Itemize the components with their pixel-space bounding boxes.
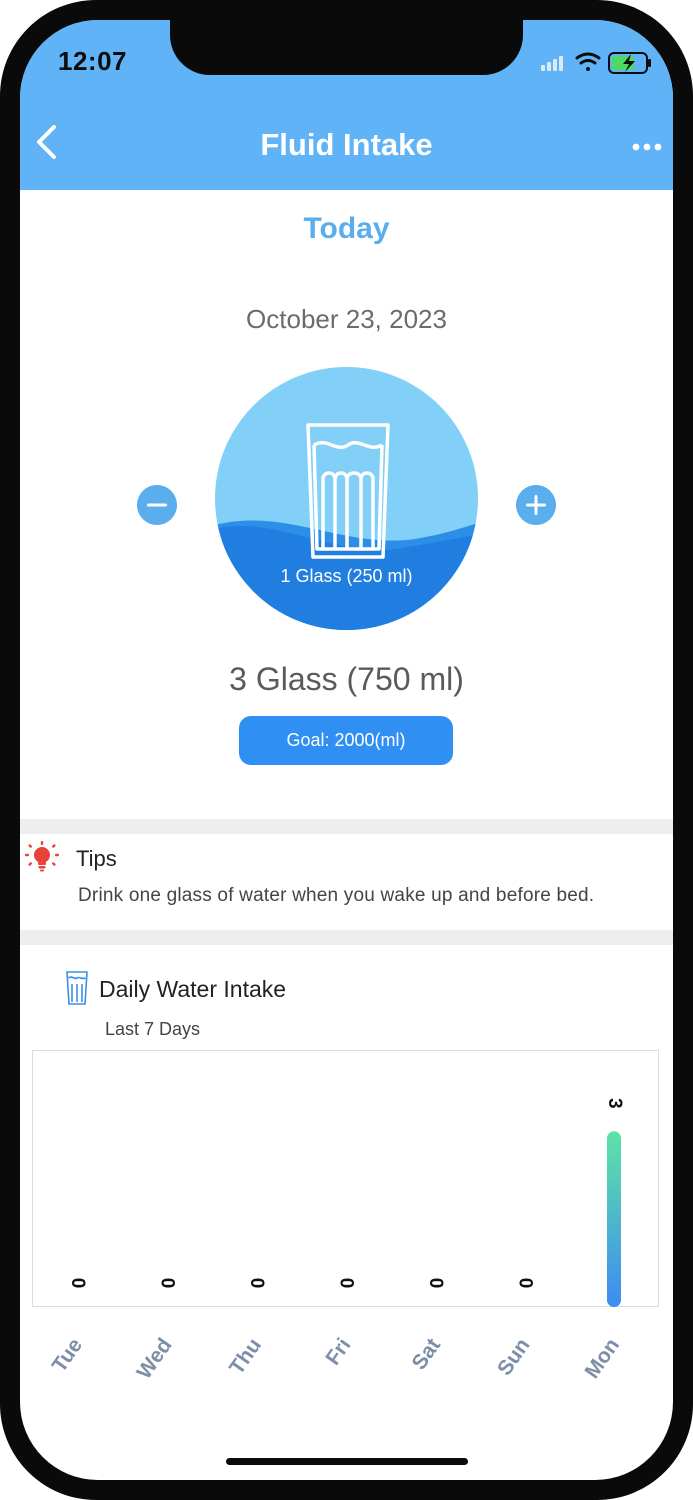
status-time: 12:07	[58, 46, 127, 76]
chart-data-label: 0	[67, 1278, 88, 1289]
section-divider	[20, 930, 673, 945]
period-label: Today	[303, 212, 390, 245]
cellular-signal-icon	[541, 56, 563, 71]
home-indicator	[226, 1458, 468, 1465]
increase-glass-button[interactable]	[516, 485, 556, 525]
chart-subtitle: Last 7 Days	[105, 1019, 201, 1039]
chart-data-label: 0	[156, 1278, 177, 1289]
chart-x-tick-label: Sat	[407, 1334, 445, 1374]
chart-x-tick-label: Fri	[321, 1334, 355, 1369]
chart-x-tick-label: Mon	[580, 1334, 624, 1383]
chart-bar-mon	[607, 1131, 621, 1307]
chart-data-label: 0	[246, 1278, 267, 1289]
wifi-icon	[575, 52, 601, 71]
chart-data-label: 0	[514, 1278, 535, 1289]
water-level-circle[interactable]	[215, 367, 478, 630]
chart-x-tick-label: Sun	[493, 1334, 535, 1380]
chart-data-label: 0	[425, 1278, 446, 1289]
decrease-glass-button[interactable]	[137, 485, 177, 525]
goal-button[interactable]: Goal: 2000(ml)	[239, 716, 453, 765]
glass-size-label: 1 Glass (250 ml)	[280, 566, 413, 586]
chart-x-tick-label: Thu	[225, 1334, 266, 1379]
total-intake: 3 Glass (750 ml)	[229, 661, 464, 697]
chart-x-tick-label: Tue	[48, 1334, 87, 1377]
phone-frame: 12:07 Fluid Intake Today October 23, 202…	[0, 0, 693, 1500]
chart-title: Daily Water Intake	[99, 976, 287, 1002]
date-label: October 23, 2023	[246, 304, 447, 334]
water-intake-chart: 0 Tue 0 Wed 0 Thu 0 Fri 0 Sat 0 Sun 3 Mon	[48, 1098, 625, 1383]
water-cup-icon	[66, 971, 88, 1005]
more-options-button[interactable]	[632, 142, 662, 152]
section-divider	[20, 819, 673, 834]
chart-data-label: 0	[335, 1278, 356, 1289]
page-title: Fluid Intake	[260, 127, 433, 162]
lightbulb-icon	[25, 841, 59, 872]
tips-text: Drink one glass of water when you wake u…	[78, 885, 595, 906]
status-icons	[541, 52, 651, 74]
chart-x-tick-label: Wed	[133, 1334, 177, 1383]
app-screen: 12:07 Fluid Intake Today October 23, 202…	[20, 20, 673, 1480]
device-notch	[170, 20, 523, 75]
tips-title: Tips	[76, 846, 117, 871]
chart-data-label: 3	[604, 1098, 625, 1109]
battery-charging-icon	[608, 52, 651, 74]
